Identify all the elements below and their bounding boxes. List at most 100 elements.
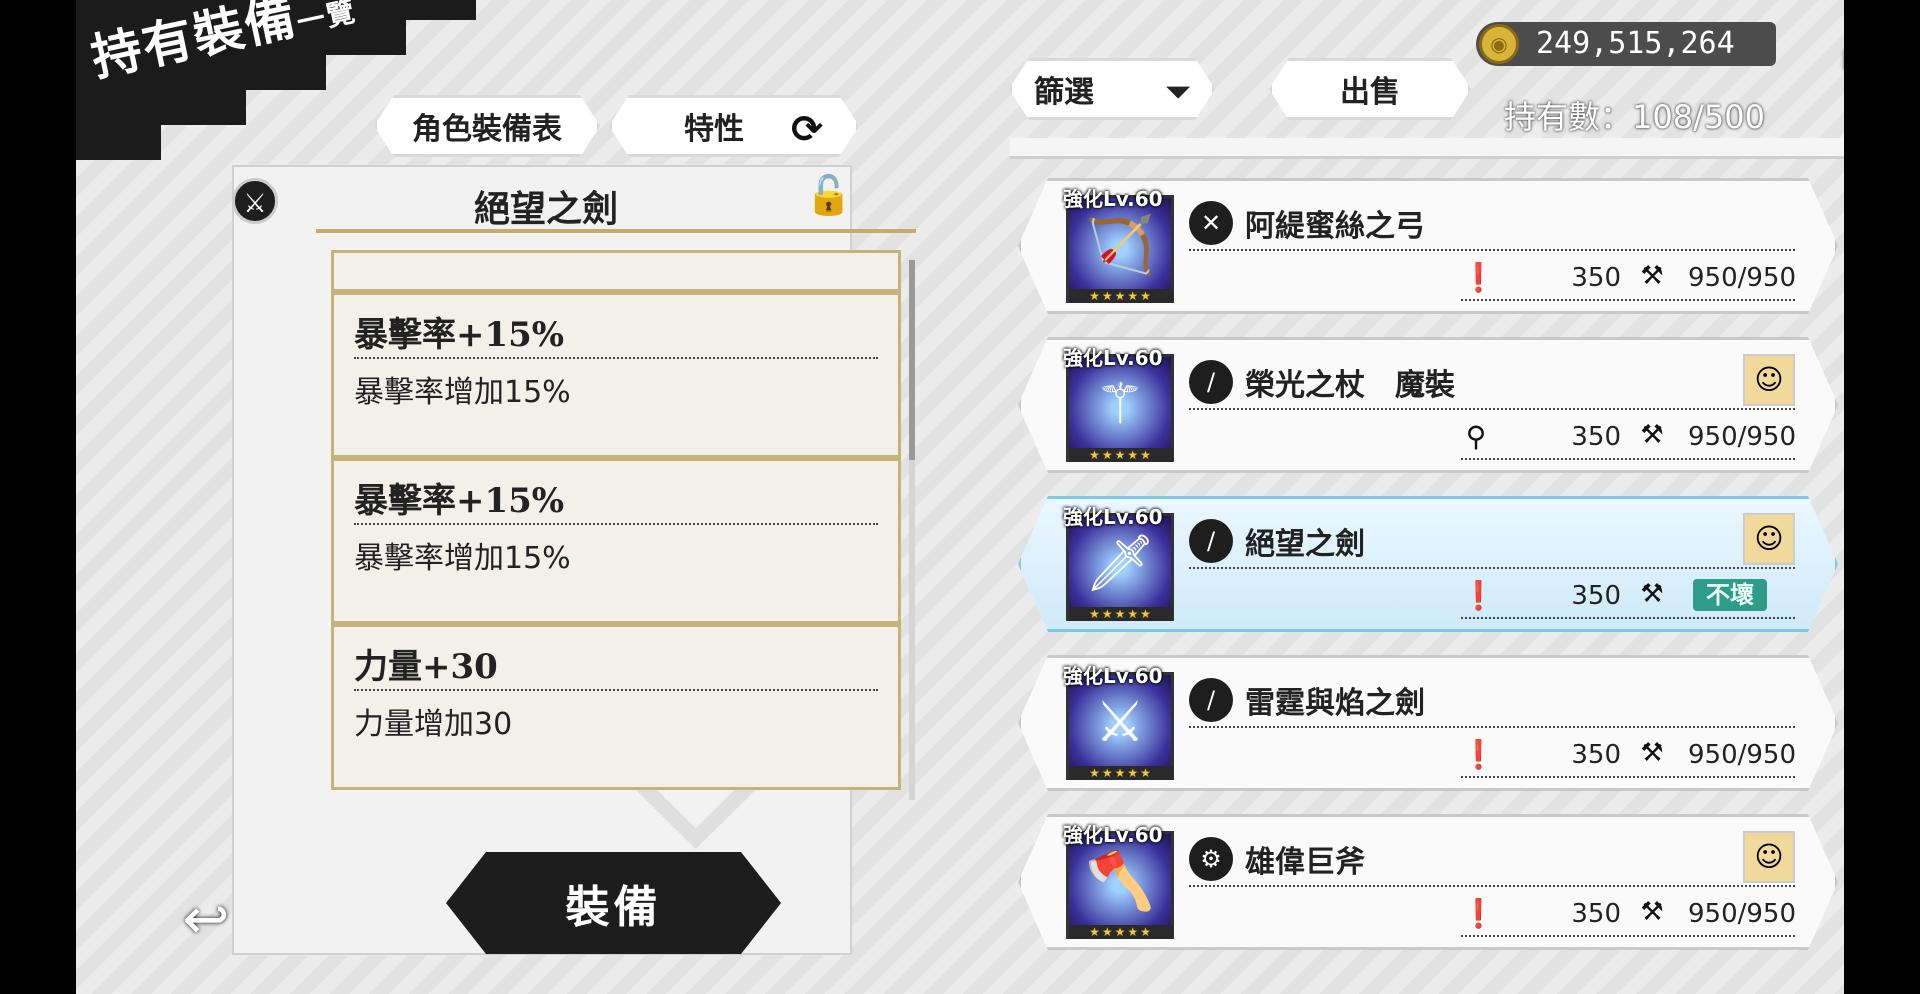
item-durability: 950/950 (1687, 899, 1796, 929)
bow-icon: ✕ (1189, 201, 1233, 245)
tab-character-equipment[interactable]: 角色裝備表 (374, 95, 600, 157)
item-power: 350 (1571, 899, 1621, 929)
anvil-icon: ⚒ (1640, 579, 1664, 609)
item-durability: 950/950 (1687, 422, 1796, 452)
attack-icon: ❗ (1461, 738, 1496, 771)
list-item[interactable]: 🪓 ★★★★★ 強化Lv.60 ⚙ 雄偉巨斧 ❗ 350 ⚒ 950/950 ☺ (1018, 814, 1838, 950)
divider (1189, 249, 1795, 251)
gold-counter: 249,515,264 (1476, 22, 1776, 66)
refresh-icon[interactable]: ⟳ (786, 108, 828, 150)
axe-icon: ⚙ (1189, 837, 1233, 881)
game-screen: 持有裝備一覽 角色裝備表 特性⟳ ⛨ ⚔ 絕望之劍 🔓 暴擊率+15% 暴擊率增… (76, 0, 1844, 994)
equipment-list[interactable]: 🏹 ★★★★★ 強化Lv.60 ✕ 阿緹蜜絲之弓 ❗ 350 ⚒ 950/950… (1010, 138, 1844, 980)
trait-card: 暴擊率+15% 暴擊率增加15% (331, 292, 901, 458)
sword-icon: / (1189, 678, 1233, 722)
sell-label: 出售 (1340, 75, 1400, 110)
star-rating: ★★★★★ (1069, 448, 1173, 462)
list-item[interactable]: ⚔ ★★★★★ 強化Lv.60 / 雷霆與焰之劍 ❗ 350 ⚒ 950/950 (1018, 655, 1838, 791)
tab-label: 角色裝備表 (412, 112, 562, 147)
detail-title: 絕望之劍 (473, 189, 618, 230)
divider (1189, 885, 1795, 887)
chevron-down-icon: ⏷ (1166, 75, 1190, 110)
title-sub: 一覽 (293, 0, 360, 40)
enhance-level: 強化Lv.60 (1063, 505, 1163, 529)
item-power: 350 (1571, 263, 1621, 293)
equip-button[interactable]: 裝備 (446, 852, 781, 954)
item-name: 絕望之劍 (1245, 527, 1365, 562)
item-name: 雄偉巨斧 (1245, 845, 1365, 880)
divider (1461, 617, 1795, 619)
divider (1189, 726, 1795, 728)
item-name: 阿緹蜜絲之弓 (1245, 209, 1425, 244)
owned-count: 持有數：108/500 (1504, 98, 1765, 136)
back-icon[interactable]: ↩ (176, 890, 236, 950)
tab-trait[interactable]: 特性 ⟳ (609, 95, 859, 157)
home-icon[interactable]: ⌂ (1826, 20, 1844, 84)
star-rating: ★★★★★ (1069, 289, 1173, 303)
divider (1461, 458, 1795, 460)
trait-card: 力量+30 力量增加30 (331, 624, 901, 790)
list-item-selected[interactable]: 🗡 ★★★★★ 強化Lv.60 / 絕望之劍 ❗ 350 ⚒ 不壞 ☺ (1018, 496, 1838, 632)
list-item-partial (1010, 138, 1844, 159)
owned-label: 持有數 (1504, 98, 1601, 136)
enhance-level: 強化Lv.60 (1063, 346, 1163, 370)
trait-description: 暴擊率增加15% (354, 541, 571, 576)
divider (1189, 408, 1795, 410)
trait-scrollbar[interactable] (909, 260, 915, 800)
attack-icon: ❗ (1461, 579, 1496, 612)
trait-description: 力量增加30 (354, 707, 513, 742)
magic-icon: ⚲ (1465, 420, 1487, 453)
trait-card: 暴擊率+15% 暴擊率增加15% (331, 458, 901, 624)
enhance-level: 強化Lv.60 (1063, 187, 1163, 211)
star-rating: ★★★★★ (1069, 925, 1173, 939)
anvil-icon: ⚒ (1640, 261, 1664, 291)
coin-icon: ◉ (1479, 24, 1519, 64)
trait-list[interactable]: 暴擊率+15% 暴擊率增加15% 暴擊率+15% 暴擊率增加15% 力量+30 … (331, 250, 901, 795)
item-name: 雷霆與焰之劍 (1245, 686, 1425, 721)
divider (354, 523, 878, 525)
item-power: 350 (1571, 581, 1621, 611)
character-avatar: ☺ (1743, 831, 1795, 883)
trait-name: 力量+30 (354, 647, 498, 687)
trait-description: 暴擊率增加15% (354, 375, 571, 410)
item-name: 榮光之杖 魔裝 (1245, 368, 1455, 403)
enhance-level: 強化Lv.60 (1063, 823, 1163, 847)
filter-button[interactable]: 篩選 ⏷ (1009, 58, 1215, 120)
gold-amount: 249,515,264 (1536, 26, 1735, 61)
attack-icon: ❗ (1461, 897, 1496, 930)
divider (1461, 776, 1795, 778)
sell-button[interactable]: 出售 (1269, 58, 1471, 120)
item-durability: 950/950 (1687, 740, 1796, 770)
item-durability: 950/950 (1687, 263, 1796, 293)
item-power: 350 (1571, 422, 1621, 452)
character-avatar: ☺ (1743, 354, 1795, 406)
filter-label: 篩選 (1034, 75, 1094, 110)
staff-icon: / (1189, 360, 1233, 404)
anvil-icon: ⚒ (1640, 420, 1664, 450)
star-rating: ★★★★★ (1069, 766, 1173, 780)
divider (354, 357, 878, 359)
enhance-level: 強化Lv.60 (1063, 664, 1163, 688)
list-item[interactable]: ⚚ ★★★★★ 強化Lv.60 / 榮光之杖 魔裝 ⚲ 350 ⚒ 950/95… (1018, 337, 1838, 473)
sword-icon: / (1189, 519, 1233, 563)
divider (316, 229, 916, 233)
trait-card-partial (331, 250, 901, 292)
scrollbar-thumb[interactable] (909, 260, 915, 460)
owned-value: 108/500 (1632, 98, 1765, 136)
divider (1461, 299, 1795, 301)
star-rating: ★★★★★ (1069, 607, 1173, 621)
tab-label: 特性 (684, 112, 744, 147)
unbreakable-badge: 不壞 (1693, 579, 1767, 611)
attack-icon: ❗ (1461, 261, 1496, 294)
divider (354, 689, 878, 691)
trait-name: 暴擊率+15% (354, 315, 565, 355)
trait-name: 暴擊率+15% (354, 481, 565, 521)
character-avatar: ☺ (1743, 513, 1795, 565)
anvil-icon: ⚒ (1640, 897, 1664, 927)
divider (1189, 567, 1795, 569)
lock-icon[interactable]: 🔓 (804, 170, 854, 220)
divider (1461, 935, 1795, 937)
item-power: 350 (1571, 740, 1621, 770)
anvil-icon: ⚒ (1640, 738, 1664, 768)
list-item[interactable]: 🏹 ★★★★★ 強化Lv.60 ✕ 阿緹蜜絲之弓 ❗ 350 ⚒ 950/950 (1018, 178, 1838, 314)
